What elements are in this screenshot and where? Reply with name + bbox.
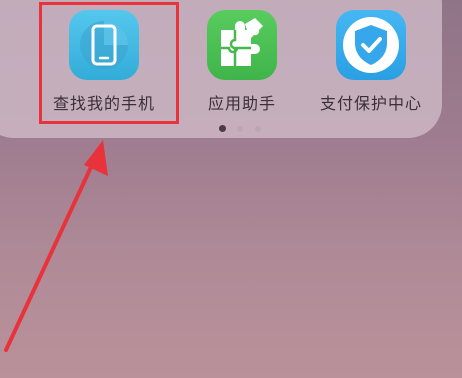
annotation-arrow xyxy=(4,140,108,352)
